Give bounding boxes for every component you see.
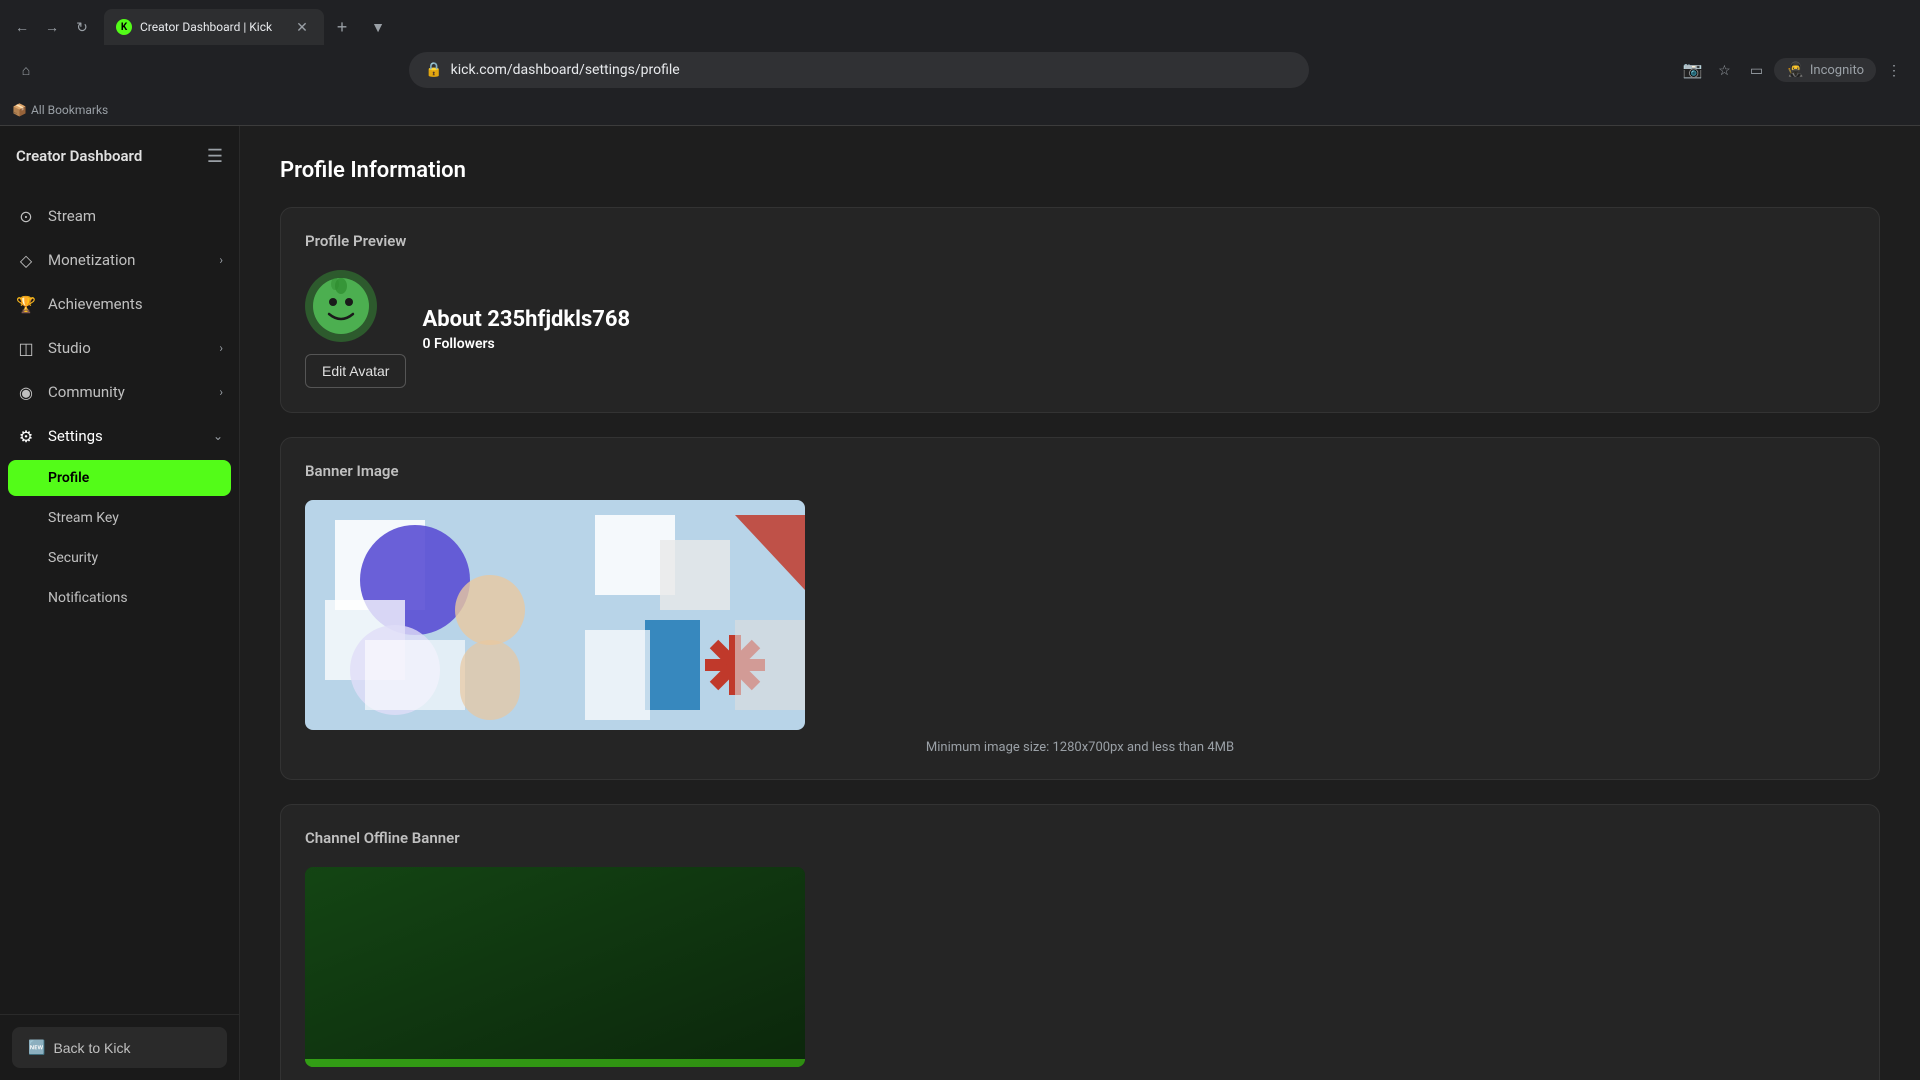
banner-image-card: Banner Image	[280, 437, 1880, 780]
kick-icon: 🆕	[28, 1039, 45, 1056]
browser-chrome: ← → ↻ K Creator Dashboard | Kick ✕ + ▼ ⌂…	[0, 0, 1920, 126]
active-tab[interactable]: K Creator Dashboard | Kick ✕	[104, 9, 324, 45]
offline-banner-image	[305, 867, 805, 1067]
subnav-item-profile[interactable]: Profile	[8, 460, 231, 496]
new-tab-button[interactable]: +	[328, 13, 356, 41]
stream-icon: ⊙	[16, 206, 36, 226]
app-layout: Creator Dashboard ☰ ⊙ Stream ◇ Monetizat…	[0, 126, 1920, 1080]
sidebar-footer: 🆕 Back to Kick	[0, 1014, 239, 1080]
banner-image-container[interactable]	[305, 500, 805, 730]
back-to-kick-button[interactable]: 🆕 Back to Kick	[12, 1027, 227, 1068]
back-button[interactable]: ←	[8, 13, 36, 41]
sidebar-item-studio[interactable]: ◫ Studio ›	[0, 326, 239, 370]
bookmarks-bar: 📦 All Bookmarks	[0, 94, 1920, 126]
address-bar-row: ⌂ 🔒 kick.com/dashboard/settings/profile …	[0, 46, 1920, 94]
more-button[interactable]: ⋮	[1880, 56, 1908, 84]
address-bar[interactable]: 🔒 kick.com/dashboard/settings/profile	[409, 52, 1309, 88]
followers-label: Followers	[434, 336, 495, 352]
sidebar-item-label: Studio	[48, 339, 207, 357]
nav-controls: ⌂	[12, 56, 40, 84]
subnav-label: Profile	[48, 470, 89, 486]
bookmark-button[interactable]: ☆	[1710, 56, 1738, 84]
offline-banner-card: Channel Offline Banner	[280, 804, 1880, 1080]
sidebar-item-label: Stream	[48, 207, 223, 225]
toolbar-right: 📷 ☆ ▭ 🥷 Incognito ⋮	[1678, 56, 1908, 84]
chevron-up-icon: ⌄	[213, 429, 223, 443]
tab-bar: ← → ↻ K Creator Dashboard | Kick ✕ + ▼	[0, 0, 1920, 46]
sidebar-collapse-button[interactable]: ☰	[207, 146, 223, 167]
subnav-label: Notifications	[48, 590, 128, 606]
subnav-item-stream-key[interactable]: Stream Key	[0, 498, 239, 538]
sidebar-item-label: Monetization	[48, 251, 207, 269]
offline-banner-label: Channel Offline Banner	[305, 829, 1855, 847]
profile-info: About 235hfjdkls768 0 Followers	[422, 307, 1855, 352]
tab-close-button[interactable]: ✕	[292, 17, 312, 37]
sidebar-item-achievements[interactable]: 🏆 Achievements	[0, 282, 239, 326]
sidebar-item-community[interactable]: ◉ Community ›	[0, 370, 239, 414]
url-text: kick.com/dashboard/settings/profile	[451, 62, 680, 78]
reload-button[interactable]: ↻	[68, 13, 96, 41]
camera-off-icon[interactable]: 📷	[1678, 56, 1706, 84]
chevron-down-icon: ›	[219, 385, 223, 399]
profile-preview-card: Profile Preview Edit Av	[280, 207, 1880, 413]
profile-about-title: About 235hfjdkls768	[422, 307, 1855, 332]
sidebar-title: Creator Dashboard	[16, 147, 142, 165]
chevron-down-icon: ›	[219, 253, 223, 267]
subnav-label: Stream Key	[48, 510, 119, 526]
page-title: Profile Information	[280, 158, 1880, 183]
profile-followers: 0 Followers	[422, 336, 1855, 352]
sidebar-header: Creator Dashboard ☰	[0, 126, 239, 186]
sidebar: Creator Dashboard ☰ ⊙ Stream ◇ Monetizat…	[0, 126, 240, 1080]
sidebar-item-monetization[interactable]: ◇ Monetization ›	[0, 238, 239, 282]
subnav-label: Security	[48, 550, 98, 566]
followers-count: 0	[422, 336, 430, 352]
profile-preview-label: Profile Preview	[305, 232, 1855, 250]
offline-banner-container[interactable]	[305, 867, 805, 1067]
home-button[interactable]: ⌂	[12, 56, 40, 84]
tab-title: Creator Dashboard | Kick	[140, 20, 284, 34]
settings-icon: ⚙	[16, 426, 36, 446]
tab-favicon-icon: K	[116, 19, 132, 35]
tab-list-button[interactable]: ▼	[364, 13, 392, 41]
main-content: Profile Information Profile Preview	[240, 126, 1920, 1080]
split-view-button[interactable]: ▭	[1742, 56, 1770, 84]
achievements-icon: 🏆	[16, 294, 36, 314]
sidebar-item-label: Settings	[48, 427, 201, 445]
sidebar-item-settings[interactable]: ⚙ Settings ⌄	[0, 414, 239, 458]
edit-avatar-button[interactable]: Edit Avatar	[305, 354, 406, 388]
monetization-icon: ◇	[16, 250, 36, 270]
chevron-down-icon: ›	[219, 341, 223, 355]
sidebar-nav: ⊙ Stream ◇ Monetization › 🏆 Achievements…	[0, 186, 239, 1014]
back-to-kick-label: Back to Kick	[53, 1040, 130, 1056]
forward-button[interactable]: →	[38, 13, 66, 41]
banner-image-label: Banner Image	[305, 462, 1855, 480]
settings-subnav: Profile Stream Key Security Notification…	[0, 460, 239, 618]
community-icon: ◉	[16, 382, 36, 402]
banner-hint: Minimum image size: 1280x700px and less …	[305, 740, 1855, 755]
nav-buttons: ← → ↻	[8, 13, 96, 41]
subnav-item-security[interactable]: Security	[0, 538, 239, 578]
studio-icon: ◫	[16, 338, 36, 358]
bookmarks-label: All Bookmarks	[31, 103, 108, 117]
sidebar-item-label: Community	[48, 383, 207, 401]
subnav-item-notifications[interactable]: Notifications	[0, 578, 239, 618]
profile-preview: Edit Avatar About 235hfjdkls768 0 Follow…	[305, 270, 1855, 388]
incognito-badge: 🥷 Incognito	[1774, 58, 1876, 82]
sidebar-item-stream[interactable]: ⊙ Stream	[0, 194, 239, 238]
sidebar-item-label: Achievements	[48, 295, 223, 313]
banner-image	[305, 500, 805, 730]
avatar-image	[311, 276, 371, 336]
avatar	[305, 270, 377, 342]
